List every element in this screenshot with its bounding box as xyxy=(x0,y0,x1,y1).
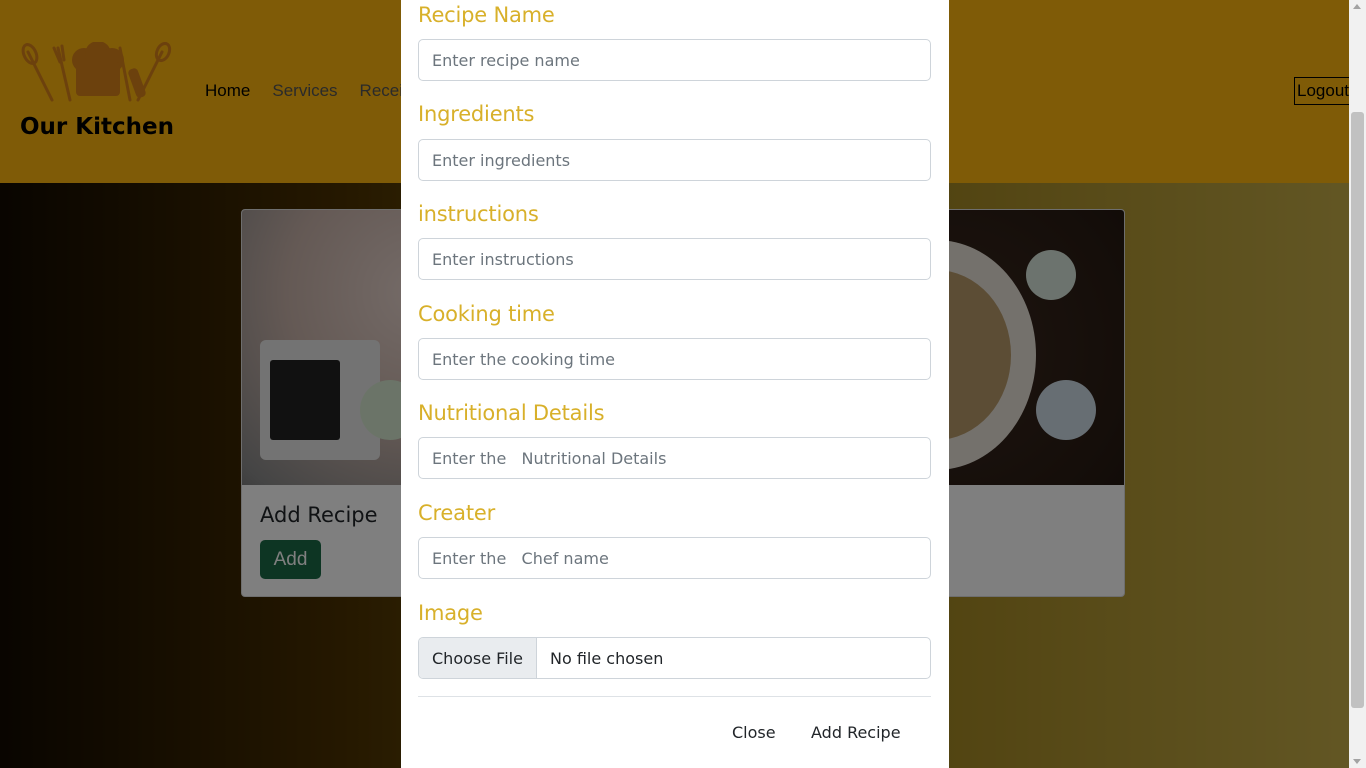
instructions-label: instructions xyxy=(418,202,539,226)
recipe-name-input[interactable] xyxy=(418,39,931,81)
chef-name-input[interactable] xyxy=(418,537,931,579)
scroll-up-arrow-icon[interactable] xyxy=(1353,4,1361,9)
ingredients-input[interactable] xyxy=(418,139,931,181)
nutritional-details-label: Nutritional Details xyxy=(418,401,605,425)
ingredients-label: Ingredients xyxy=(418,102,535,126)
vertical-scrollbar[interactable] xyxy=(1349,0,1366,768)
add-recipe-modal: Recipe Name Ingredients instructions Coo… xyxy=(401,0,949,768)
add-recipe-submit-button[interactable]: Add Recipe xyxy=(811,723,901,742)
choose-file-button[interactable]: Choose File xyxy=(419,638,537,678)
recipe-name-label: Recipe Name xyxy=(418,3,555,27)
scrollbar-thumb[interactable] xyxy=(1351,112,1364,708)
close-button[interactable]: Close xyxy=(732,723,776,742)
creator-label: Creater xyxy=(418,501,496,525)
instructions-input[interactable] xyxy=(418,238,931,280)
modal-footer-divider xyxy=(418,696,931,697)
scroll-down-arrow-icon[interactable] xyxy=(1353,759,1361,764)
file-status-text: No file chosen xyxy=(550,649,664,668)
nutritional-details-input[interactable] xyxy=(418,437,931,479)
cooking-time-label: Cooking time xyxy=(418,302,555,326)
image-label: Image xyxy=(418,601,483,625)
cooking-time-input[interactable] xyxy=(418,338,931,380)
image-file-input[interactable]: Choose File No file chosen xyxy=(418,637,931,679)
